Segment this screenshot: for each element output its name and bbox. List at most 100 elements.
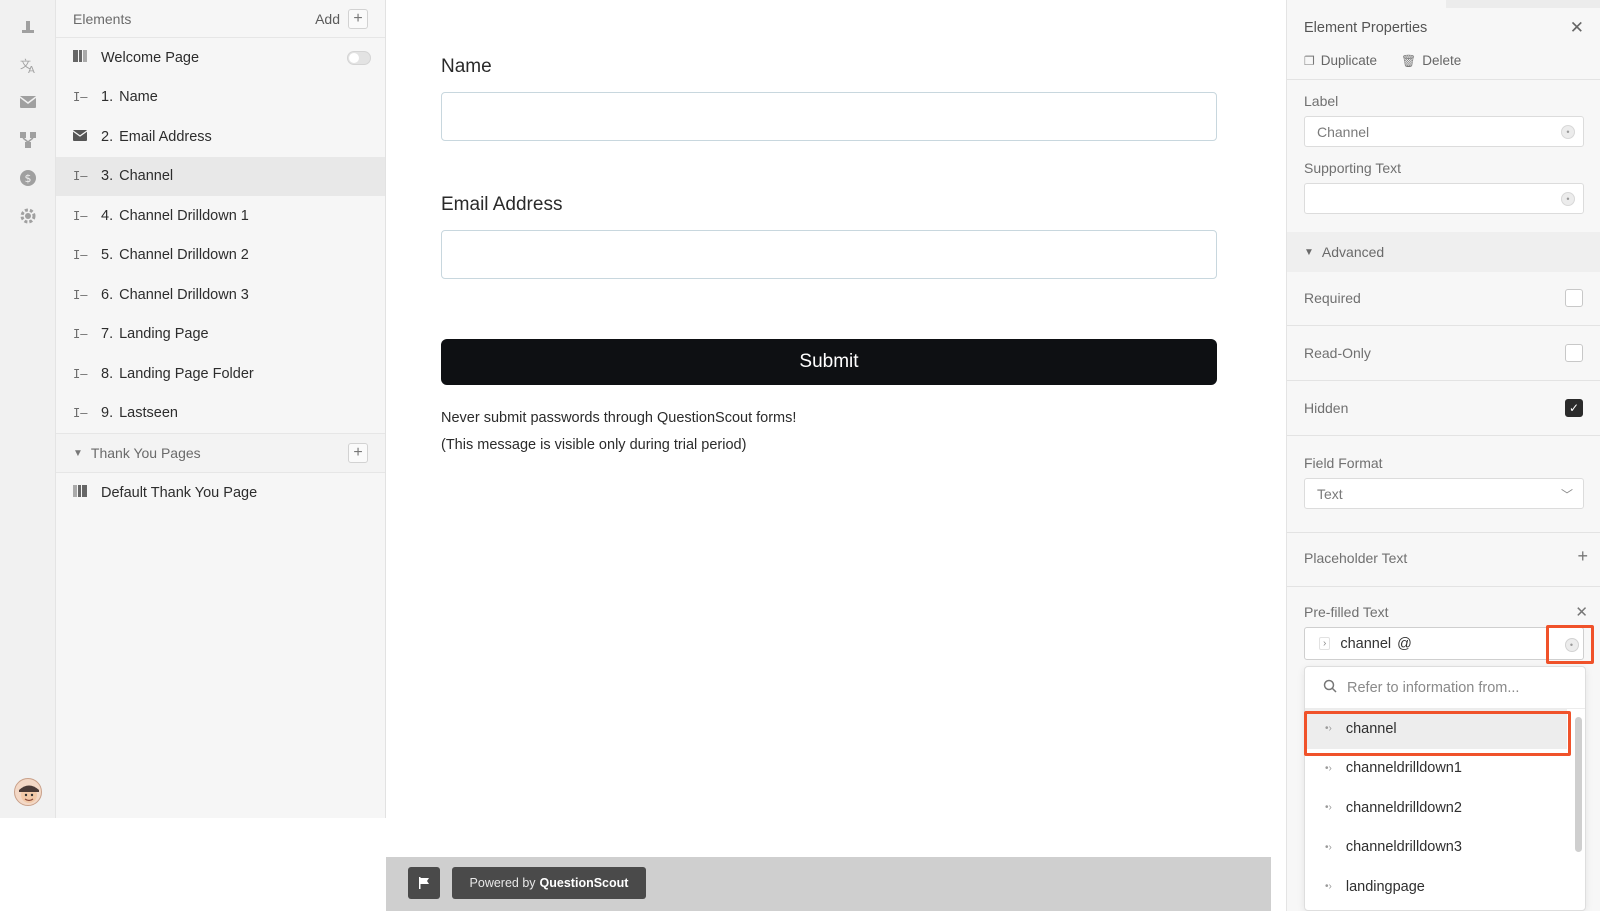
divider [1287,380,1600,381]
text-field-icon: I– [73,90,88,105]
element-label: Email Address [119,128,212,145]
icon-rail: 文A $ [0,0,56,818]
trial-notice-line-2: (This message is visible only during tri… [441,437,747,453]
element-number: 8. [101,365,114,382]
reference-option-channeldrilldown2[interactable]: •› channeldrilldown2 [1305,788,1567,828]
element-item-landing-page-folder[interactable]: I– 8. Landing Page Folder [56,354,385,394]
element-item-welcome-page[interactable]: Welcome Page [56,38,385,78]
element-number: 2. [101,128,114,145]
divider [1287,586,1600,587]
email-icon[interactable] [18,92,38,112]
supporting-text-input[interactable]: • [1304,183,1584,214]
settings-icon[interactable] [18,206,38,226]
translate-icon[interactable]: 文A [18,55,38,75]
search-icon [1323,679,1337,696]
reference-dropdown: Refer to information from... •› channel … [1304,666,1586,911]
hidden-label: Hidden [1304,400,1349,416]
trial-notice-line-1: Never submit passwords through QuestionS… [441,410,797,426]
element-item-default-thank-you-page[interactable]: Default Thank You Page [56,473,385,513]
elements-header: Elements Add + [56,0,385,38]
duplicate-button[interactable]: ❐ Duplicate [1304,53,1377,68]
element-item-channel-drilldown-1[interactable]: I– 4. Channel Drilldown 1 [56,196,385,236]
text-field-icon: I– [73,366,88,381]
variable-insert-icon[interactable]: • [1561,192,1575,206]
flag-icon[interactable] [408,867,440,899]
properties-title: Element Properties [1304,20,1428,36]
remove-prefilled-icon[interactable]: ✕ [1575,603,1588,621]
integrations-icon[interactable] [18,130,38,150]
caret-down-icon: ▼ [1304,246,1314,258]
highlight-insert-reference [1546,625,1594,664]
add-placeholder-icon[interactable]: + [1577,546,1588,567]
delete-label: Delete [1422,53,1462,68]
placeholder-text-heading: Placeholder Text [1304,550,1408,566]
element-item-landing-page[interactable]: I– 7. Landing Page [56,315,385,355]
search-placeholder: Refer to information from... [1347,679,1520,696]
element-item-name[interactable]: I– 1. Name [56,78,385,118]
reference-option-landingpage[interactable]: •› landingpage [1305,867,1567,907]
name-input[interactable] [441,92,1217,141]
label-input[interactable]: Channel • [1304,116,1584,147]
field-format-heading: Field Format [1304,455,1383,471]
highlight-channel-option [1304,711,1571,756]
user-avatar[interactable] [14,778,42,806]
divider [1287,325,1600,326]
add-thank-you-page-button[interactable]: + [348,443,368,463]
reference-search[interactable]: Refer to information from... [1305,667,1585,709]
variable-icon: •› [1325,802,1332,814]
option-label: landingpage [1345,878,1425,895]
element-label: Welcome Page [101,49,200,66]
variable-tag-icon: › [1319,637,1331,650]
element-item-channel-drilldown-3[interactable]: I– 6. Channel Drilldown 3 [56,275,385,315]
close-icon[interactable]: ✕ [1570,18,1584,38]
divider [1287,435,1600,436]
element-item-lastseen[interactable]: I– 9. Lastseen [56,394,385,434]
email-field-label: Email Address [441,194,563,215]
add-element-label[interactable]: Add [315,11,340,27]
required-label: Required [1304,290,1361,306]
element-item-email-address[interactable]: 2. Email Address [56,117,385,157]
email-input[interactable] [441,230,1217,279]
top-strip [1446,0,1600,8]
add-element-button[interactable]: + [348,8,368,29]
form-footer: Powered by QuestionScout [386,857,1271,911]
svg-text:A: A [28,65,35,74]
prefilled-suffix: @ [1397,635,1412,652]
thank-you-pages-section[interactable]: ▼ Thank You Pages + [56,433,385,473]
duplicate-label: Duplicate [1320,53,1378,68]
section-label: Thank You Pages [90,445,201,461]
field-format-value: Text [1317,485,1343,502]
prefilled-text-input[interactable]: › channel @ [1304,627,1584,660]
required-checkbox[interactable] [1565,289,1583,307]
field-format-select[interactable]: Text ﹀ [1304,478,1584,509]
label-heading: Label [1304,93,1339,109]
text-field-icon: I– [73,208,88,223]
welcome-page-toggle[interactable] [347,51,371,65]
powered-by-badge[interactable]: Powered by QuestionScout [452,867,646,899]
text-field-icon: I– [73,327,88,342]
element-label: Landing Page Folder [119,365,254,382]
caret-down-icon: ▼ [73,447,83,459]
billing-icon[interactable]: $ [18,168,38,188]
hidden-checkbox[interactable]: ✓ [1565,399,1583,417]
divider [1287,532,1600,533]
label-value: Channel [1317,123,1370,140]
design-icon[interactable] [18,17,38,37]
prefilled-text-heading: Pre-filled Text [1304,604,1389,620]
elements-title: Elements [73,10,132,27]
element-label: Channel Drilldown 3 [119,286,249,303]
variable-icon: •› [1325,881,1332,893]
element-label: Lastseen [119,405,178,422]
page-icon [73,485,101,500]
reference-option-channeldrilldown3[interactable]: •› channeldrilldown3 [1305,828,1567,868]
trash-icon: 🗑 [1401,53,1417,68]
advanced-section-toggle[interactable]: ▼ Advanced [1287,232,1600,272]
element-label: Name [119,89,158,106]
read-only-checkbox[interactable] [1565,344,1583,362]
submit-button[interactable]: Submit [441,339,1217,385]
dropdown-scrollbar[interactable] [1575,717,1582,852]
element-item-channel[interactable]: I– 3. Channel [56,156,385,196]
variable-insert-icon[interactable]: • [1561,125,1575,139]
element-item-channel-drilldown-2[interactable]: I– 5. Channel Drilldown 2 [56,236,385,276]
delete-button[interactable]: 🗑 Delete [1401,53,1461,68]
